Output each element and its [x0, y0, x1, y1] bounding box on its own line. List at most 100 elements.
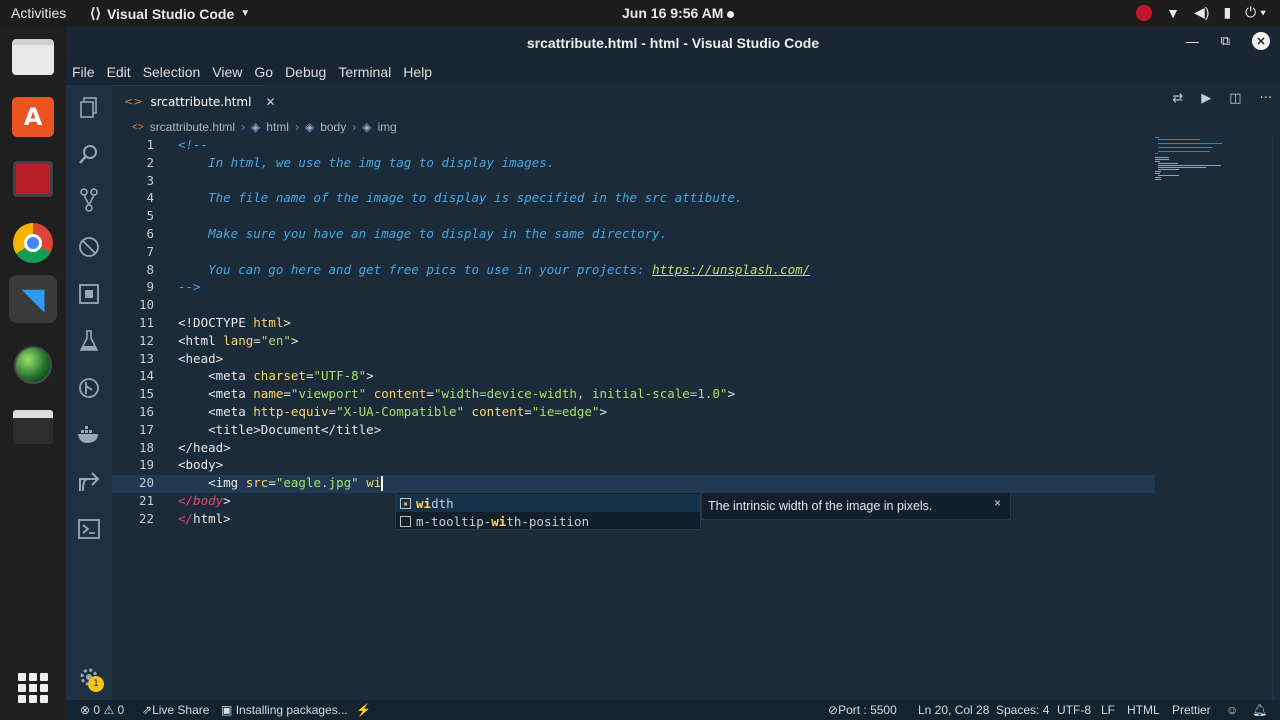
- line-content[interactable]: <html lang="en">: [178, 333, 298, 348]
- suggestion-item[interactable]: m-tooltip-with-position: [396, 512, 700, 530]
- code-line[interactable]: 1 <!--: [112, 137, 1280, 155]
- close-details-icon[interactable]: ×: [994, 496, 1001, 510]
- menu-view[interactable]: View: [206, 60, 248, 85]
- close-window-button[interactable]: ✕: [1252, 32, 1270, 50]
- smiley-icon[interactable]: ☺: [1226, 703, 1238, 717]
- app-menu[interactable]: ⟨⟩ Visual Studio Code ▼: [90, 5, 250, 22]
- lightning-icon[interactable]: ⚡: [356, 703, 371, 717]
- video-editor-icon[interactable]: [9, 403, 57, 451]
- cursor-position[interactable]: Ln 20, Col 28: [918, 703, 989, 717]
- run-icon[interactable]: ▶: [1201, 91, 1211, 106]
- bell-icon[interactable]: 🔔︎: [1252, 703, 1267, 717]
- line-content[interactable]: The file name of the image to display is…: [178, 190, 742, 205]
- explorer-icon[interactable]: [77, 96, 101, 120]
- code-line[interactable]: 6 Make sure you have an image to display…: [112, 226, 1280, 244]
- chrome-icon[interactable]: [9, 219, 57, 267]
- line-content[interactable]: In html, we use the img tag to display i…: [178, 155, 554, 170]
- clock[interactable]: Jun 16 9:56 AM: [622, 5, 735, 21]
- line-content[interactable]: <title>Document</title>: [178, 422, 381, 437]
- live-server-port[interactable]: ⊘Port : 5500: [828, 703, 897, 717]
- vertical-scrollbar[interactable]: [1272, 137, 1280, 700]
- breadcrumb-img[interactable]: img: [377, 120, 396, 134]
- menu-go[interactable]: Go: [248, 60, 279, 85]
- indentation[interactable]: Spaces: 4: [996, 703, 1049, 717]
- code-line[interactable]: 18 </head>: [112, 440, 1280, 458]
- minimize-button[interactable]: —: [1186, 34, 1199, 49]
- unsplash-link[interactable]: https://unsplash.com/: [652, 262, 810, 277]
- encoding[interactable]: UTF-8: [1057, 703, 1091, 717]
- line-content[interactable]: -->: [178, 279, 201, 294]
- code-line[interactable]: 3: [112, 173, 1280, 191]
- code-line[interactable]: 17 <title>Document</title>: [112, 422, 1280, 440]
- line-content[interactable]: <meta http-equiv="X-UA-Compatible" conte…: [178, 404, 607, 419]
- more-actions-icon[interactable]: ···: [1260, 91, 1272, 106]
- compare-changes-icon[interactable]: ⇄: [1172, 91, 1183, 106]
- globe-app-icon[interactable]: [9, 341, 57, 389]
- code-line[interactable]: 11 <!DOCTYPE html>: [112, 315, 1280, 333]
- code-line[interactable]: 10: [112, 297, 1280, 315]
- code-line[interactable]: 9 -->: [112, 279, 1280, 297]
- line-content[interactable]: <meta charset="UTF-8">: [178, 368, 374, 383]
- line-content[interactable]: <!DOCTYPE html>: [178, 315, 291, 330]
- menu-terminal[interactable]: Terminal: [332, 60, 397, 85]
- problems-indicator[interactable]: ⊗ 0 ⚠ 0: [80, 703, 124, 717]
- software-center-icon[interactable]: A: [9, 93, 57, 141]
- test-flask-icon[interactable]: [77, 329, 101, 353]
- breadcrumb-html[interactable]: html: [266, 120, 289, 134]
- line-content[interactable]: <meta name="viewport" content="width=dev…: [178, 386, 735, 401]
- breadcrumb-file[interactable]: srcattribute.html: [150, 120, 235, 134]
- code-line[interactable]: 14 <meta charset="UTF-8">: [112, 368, 1280, 386]
- suggestion-item[interactable]: ▪ width: [396, 494, 700, 512]
- files-app-icon[interactable]: [9, 33, 57, 81]
- menu-help[interactable]: Help: [397, 60, 438, 85]
- maximize-button[interactable]: ⧉: [1221, 33, 1230, 49]
- line-content[interactable]: <!--: [178, 137, 208, 152]
- split-editor-icon[interactable]: ◫: [1229, 91, 1241, 106]
- vscode-dock-icon[interactable]: ◥: [9, 275, 57, 323]
- code-line[interactable]: 20 <img src="eagle.jpg" wi: [112, 475, 1155, 493]
- menu-file[interactable]: File: [66, 60, 101, 85]
- code-line[interactable]: 4 The file name of the image to display …: [112, 190, 1280, 208]
- code-line[interactable]: 19 <body>: [112, 457, 1280, 475]
- code-line[interactable]: 2 In html, we use the img tag to display…: [112, 155, 1280, 173]
- language-mode[interactable]: HTML: [1127, 703, 1160, 717]
- formatter[interactable]: Prettier: [1172, 703, 1211, 717]
- line-content[interactable]: </html>: [178, 511, 231, 526]
- screen-recorder-icon[interactable]: [9, 155, 57, 203]
- line-content[interactable]: <head>: [178, 351, 223, 366]
- debug-icon[interactable]: [77, 235, 101, 259]
- git-graph-icon[interactable]: [77, 376, 101, 400]
- code-line[interactable]: 12 <html lang="en">: [112, 333, 1280, 351]
- minimap[interactable]: [1155, 137, 1265, 197]
- code-editor[interactable]: 1 <!-- 2 In html, we use the img tag to di…: [112, 137, 1280, 700]
- docker-icon[interactable]: [77, 423, 101, 447]
- code-line[interactable]: 7: [112, 244, 1280, 262]
- menu-debug[interactable]: Debug: [279, 60, 332, 85]
- menu-selection[interactable]: Selection: [137, 60, 207, 85]
- extensions-icon[interactable]: [77, 282, 101, 306]
- installing-status[interactable]: ▣ Installing packages...: [221, 703, 348, 717]
- breadcrumb-body[interactable]: body: [320, 120, 346, 134]
- close-tab-icon[interactable]: ✕: [265, 95, 275, 109]
- line-content[interactable]: <body>: [178, 457, 223, 472]
- tab-srcattribute-html[interactable]: <> srcattribute.html ✕: [112, 85, 276, 117]
- code-line[interactable]: 13 <head>: [112, 351, 1280, 369]
- system-tray[interactable]: ▼ ◀) ▮ ⏻ ▾: [1136, 4, 1266, 21]
- code-line[interactable]: 15 <meta name="viewport" content="width=…: [112, 386, 1280, 404]
- activities-button[interactable]: Activities: [11, 5, 66, 21]
- menu-edit[interactable]: Edit: [101, 60, 137, 85]
- line-content[interactable]: </body>: [178, 493, 231, 508]
- code-line[interactable]: 16 <meta http-equiv="X-UA-Compatible" co…: [112, 404, 1280, 422]
- line-content[interactable]: Make sure you have an image to display i…: [178, 226, 667, 241]
- source-control-icon[interactable]: [77, 188, 101, 212]
- search-icon[interactable]: [77, 142, 101, 166]
- end-of-line[interactable]: LF: [1101, 703, 1115, 717]
- live-share-icon[interactable]: [77, 470, 101, 494]
- terminal-icon[interactable]: [77, 517, 101, 541]
- code-line[interactable]: 5: [112, 208, 1280, 226]
- record-icon[interactable]: [1136, 4, 1153, 21]
- line-content[interactable]: <img src="eagle.jpg" wi: [178, 475, 384, 492]
- code-line[interactable]: 8 You can go here and get free pics to u…: [112, 262, 1280, 280]
- line-content[interactable]: You can go here and get free pics to use…: [178, 262, 810, 277]
- show-applications-icon[interactable]: [18, 673, 48, 703]
